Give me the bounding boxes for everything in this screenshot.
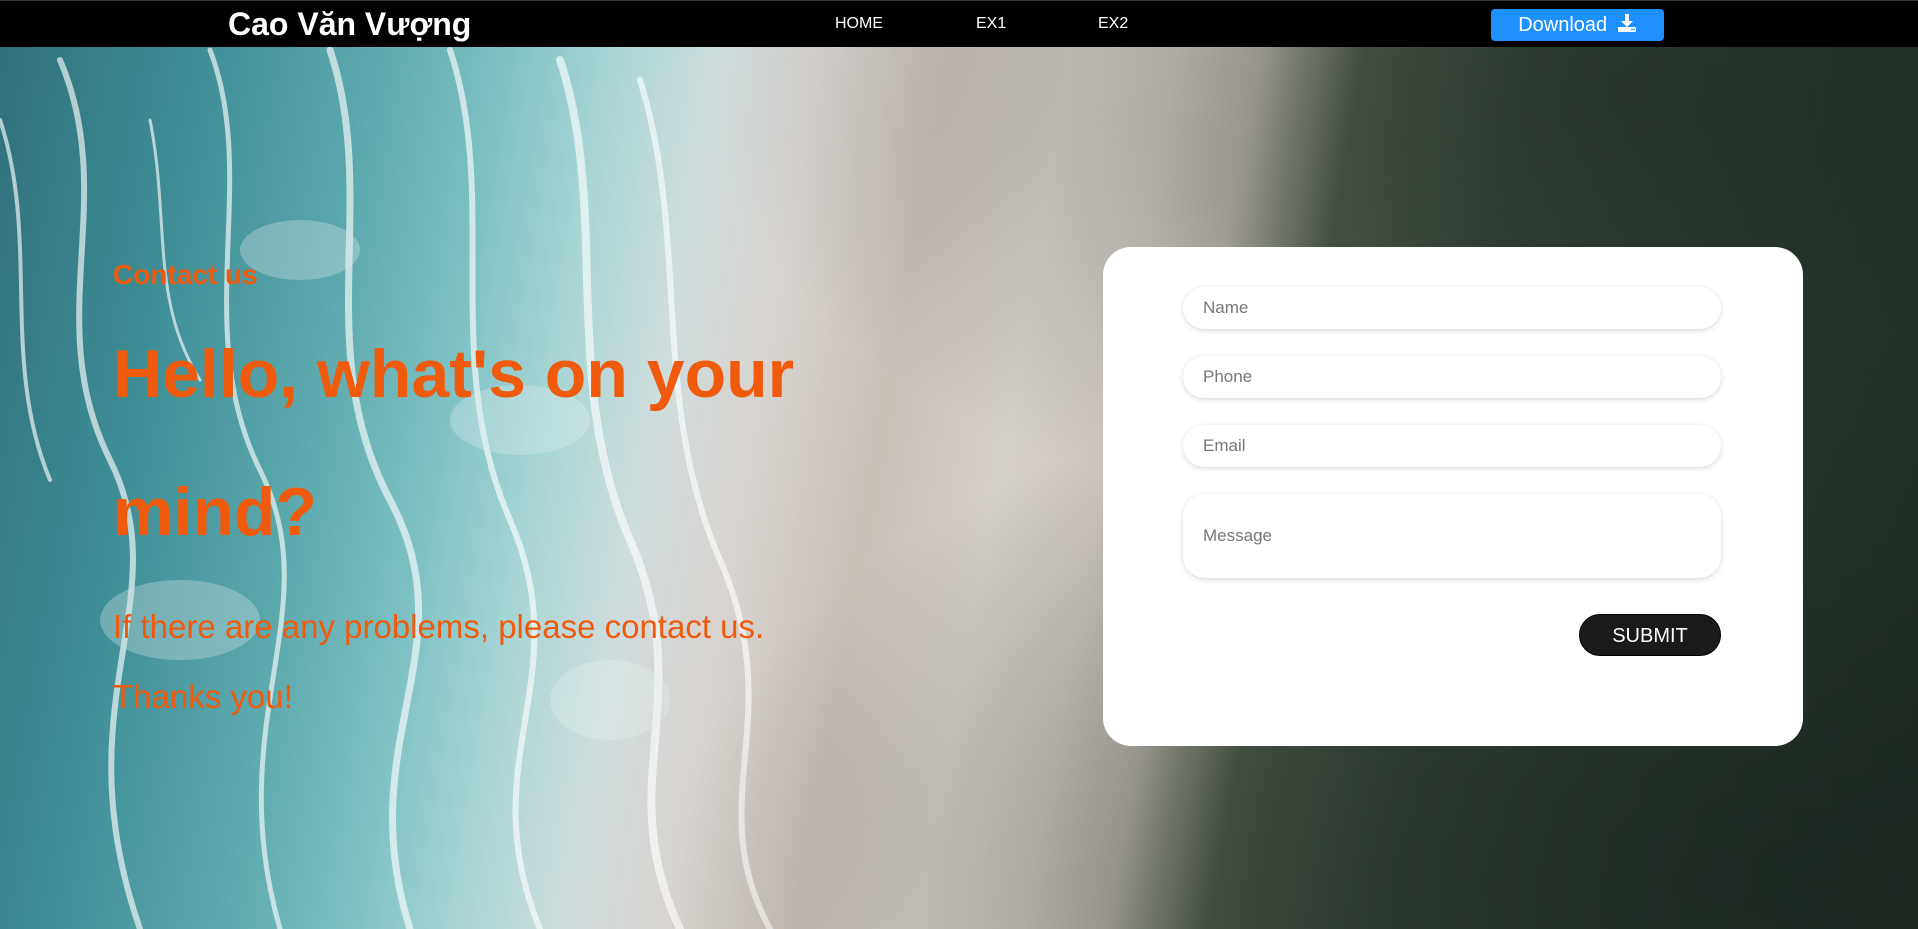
brand-name[interactable]: Cao Văn Vượng <box>228 5 471 43</box>
contact-page: Cao Văn Vượng HOME EX1 EX2 Download Cont… <box>0 0 1918 929</box>
hero-headline: Hello, what's on your mind? <box>113 336 795 550</box>
email-input[interactable] <box>1183 425 1721 467</box>
nav-home-link[interactable]: HOME <box>835 14 883 34</box>
phone-input[interactable] <box>1183 356 1721 398</box>
message-input[interactable] <box>1183 494 1721 578</box>
contact-form-card: SUBMIT <box>1103 247 1803 746</box>
download-button-label: Download <box>1518 14 1608 36</box>
nav-ex2-link[interactable]: EX2 <box>1098 14 1128 34</box>
contact-us-label: Contact us <box>113 259 258 290</box>
hero-subtext-line-2: Thanks you! <box>113 678 293 715</box>
download-icon <box>1617 14 1636 32</box>
download-button[interactable]: Download <box>1491 9 1664 41</box>
submit-button[interactable]: SUBMIT <box>1579 614 1721 656</box>
nav-ex1-link[interactable]: EX1 <box>976 14 1006 34</box>
hero-subtext-line-1: If there are any problems, please contac… <box>113 608 765 645</box>
hero-subtext: If there are any problems, please contac… <box>113 592 873 732</box>
top-navbar: Cao Văn Vượng HOME EX1 EX2 Download <box>0 0 1918 47</box>
name-input[interactable] <box>1183 287 1721 329</box>
